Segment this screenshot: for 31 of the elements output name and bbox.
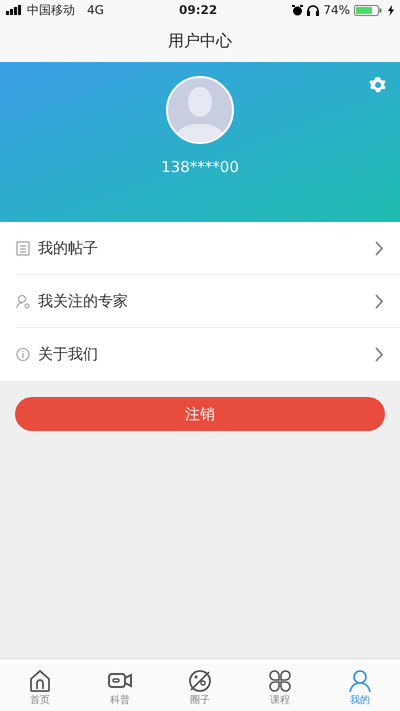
- headphones-icon: [307, 4, 320, 16]
- tab-item[interactable]: 我的: [320, 659, 400, 711]
- signal-icon: [6, 5, 23, 15]
- chevron-right-icon: [375, 347, 384, 362]
- alarm-icon: [292, 4, 304, 16]
- tab-item[interactable]: 课程: [240, 659, 320, 711]
- clover-icon: [268, 668, 292, 692]
- menu-item[interactable]: 我的帖子: [16, 222, 400, 275]
- menu-item[interactable]: 关于我们: [16, 328, 400, 381]
- tab-item[interactable]: 科普: [80, 659, 160, 711]
- settings-icon[interactable]: [368, 75, 388, 95]
- chevron-right-icon: [375, 294, 384, 308]
- carrier-name: 中国移动: [27, 2, 75, 19]
- page-title: 用户中心: [168, 30, 232, 52]
- chevron-right-icon: [375, 240, 384, 256]
- document-icon: [16, 240, 30, 256]
- info-icon: [16, 347, 30, 362]
- logout-button[interactable]: 注销: [15, 397, 385, 431]
- charging-icon: [388, 4, 394, 16]
- battery-percent: 74%: [323, 2, 350, 19]
- tab-item[interactable]: 圈子: [160, 659, 240, 711]
- network-type: 4G: [87, 2, 104, 19]
- user-icon: [348, 668, 372, 692]
- user-icon: [16, 294, 30, 308]
- clock-time: 09:22: [179, 2, 218, 19]
- tab-item[interactable]: 首页: [0, 659, 80, 711]
- battery-icon: [354, 4, 384, 16]
- menu-item[interactable]: 我关注的专家: [16, 275, 400, 328]
- phone-number: 138****00: [161, 157, 239, 178]
- home-icon: [28, 668, 52, 692]
- planet-icon: [188, 668, 212, 692]
